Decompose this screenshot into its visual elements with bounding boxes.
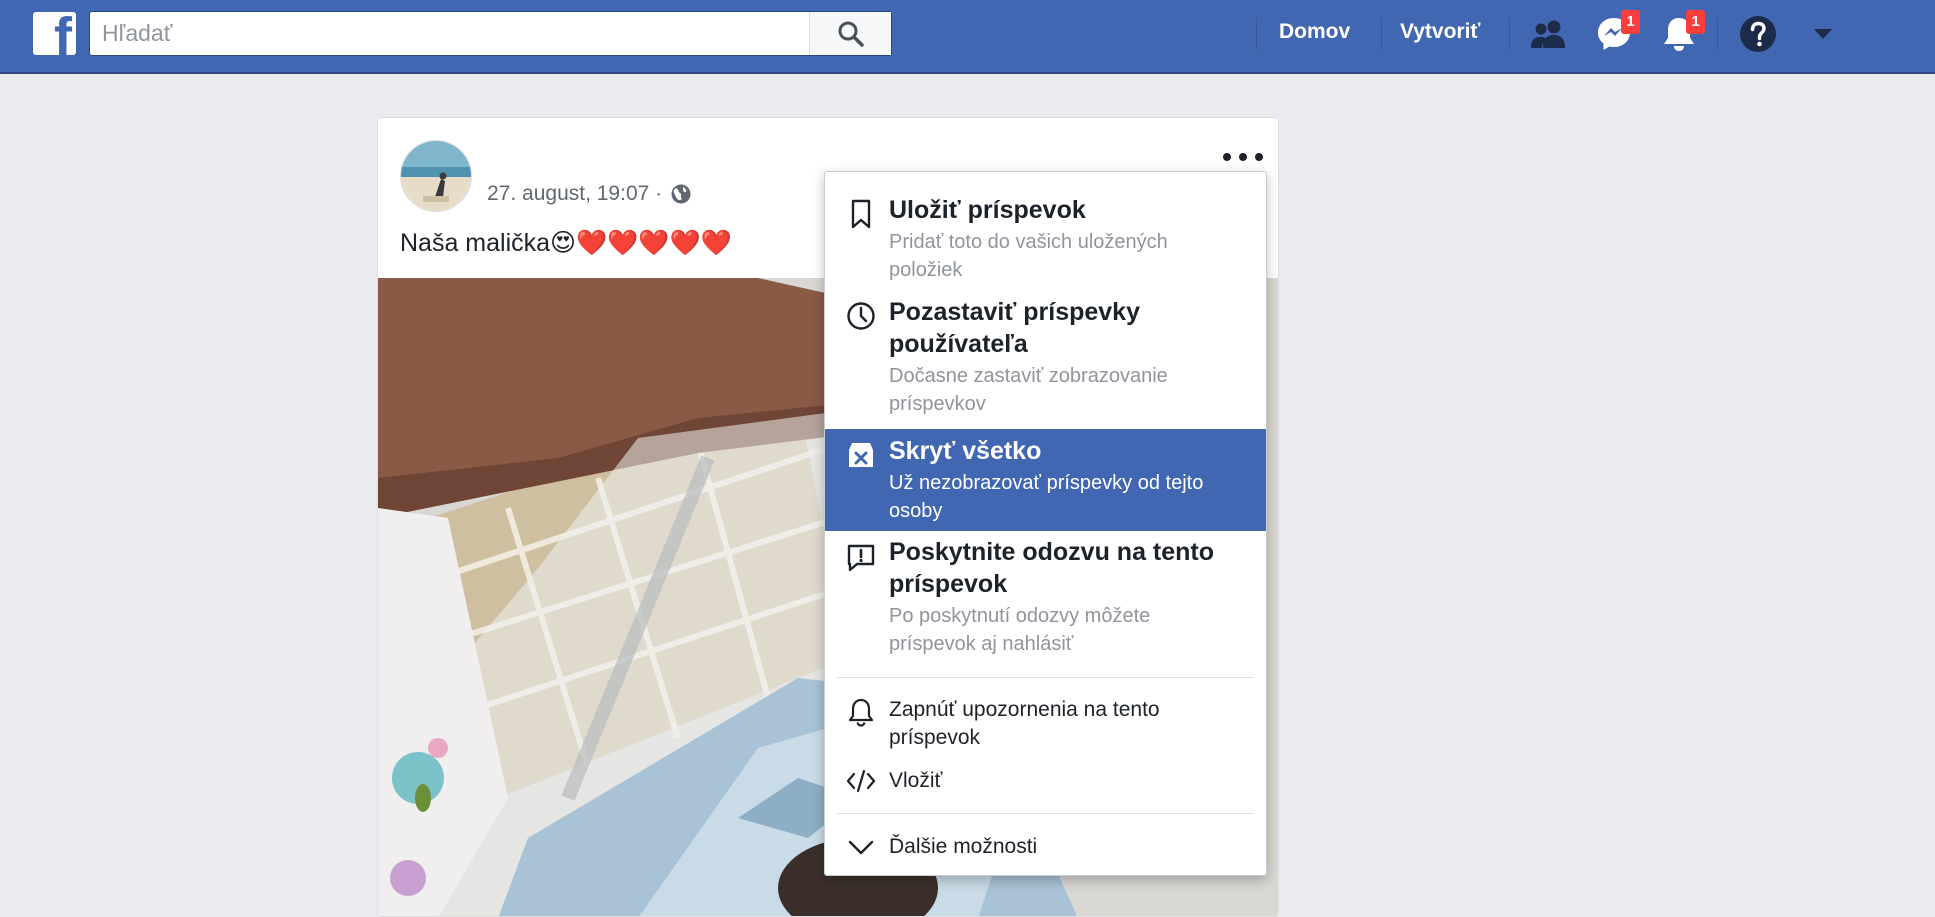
clock-icon xyxy=(845,300,877,332)
ellipsis-dot xyxy=(1239,153,1247,161)
create-link[interactable]: Vytvoriť xyxy=(1400,20,1480,44)
menu-item-subtitle: Pridať toto do vašich uložených položiek xyxy=(889,231,1168,281)
menu-item-label: Zapnúť upozornenia na tento príspevok xyxy=(889,698,1160,749)
post-timestamp[interactable]: 27. august, 19:07 · xyxy=(487,182,662,206)
facebook-logo-glyph: f xyxy=(54,12,72,55)
nav-divider xyxy=(1381,18,1382,50)
messenger-icon[interactable]: 1 xyxy=(1594,10,1640,54)
menu-item-title: Pozastaviť príspevky používateľa xyxy=(889,298,1140,358)
chevron-down-icon xyxy=(845,831,877,863)
friends-glyph xyxy=(1531,20,1565,48)
menu-divider xyxy=(837,677,1254,678)
menu-item-save-post[interactable]: Uložiť príspevok Pridať toto do vašich u… xyxy=(825,180,1266,284)
help-icon[interactable] xyxy=(1738,14,1778,54)
notifications-badge: 1 xyxy=(1686,10,1705,34)
home-link[interactable]: Domov xyxy=(1279,20,1350,44)
menu-item-hide-all[interactable]: Skryť všetko Už nezobrazovať príspevky o… xyxy=(825,429,1266,531)
avatar-image xyxy=(401,141,471,211)
menu-item-label: Vložiť xyxy=(889,769,943,792)
notifications-icon[interactable]: 1 xyxy=(1659,10,1705,54)
nav-divider xyxy=(1509,18,1510,50)
menu-item-title: Skryť všetko xyxy=(889,437,1042,465)
menu-item-subtitle: Už nezobrazovať príspevky od tejto osoby xyxy=(889,472,1204,522)
menu-item-subtitle: Po poskytnutí odozvy môžete príspevok aj… xyxy=(889,605,1151,655)
avatar[interactable] xyxy=(400,140,472,212)
account-menu-icon[interactable] xyxy=(1803,14,1843,54)
friends-icon[interactable] xyxy=(1528,14,1568,54)
ellipsis-icon xyxy=(1223,153,1231,161)
globe-icon[interactable] xyxy=(670,183,692,205)
menu-item-turn-on-notifications[interactable]: Zapnúť upozornenia na tento príspevok xyxy=(825,690,1266,752)
search-button[interactable] xyxy=(809,12,891,55)
question-glyph xyxy=(1740,16,1776,52)
top-bar: f Domov Vytvoriť 1 xyxy=(0,0,1935,74)
menu-item-more-options[interactable]: Ďalšie možnosti xyxy=(825,824,1266,870)
post-text: Naša malička😍❤️❤️❤️❤️❤️ xyxy=(400,229,732,257)
menu-item-snooze[interactable]: Pozastaviť príspevky používateľa Dočasne… xyxy=(825,284,1266,428)
hide-all-icon xyxy=(845,439,877,471)
post-meta: 27. august, 19:07 · xyxy=(487,182,692,206)
menu-item-title: Uložiť príspevok xyxy=(889,196,1086,224)
ellipsis-dot xyxy=(1255,153,1263,161)
nav-divider xyxy=(1717,18,1718,50)
menu-divider xyxy=(837,813,1254,814)
search-input[interactable] xyxy=(90,12,810,55)
messenger-badge: 1 xyxy=(1621,10,1640,34)
menu-item-subtitle: Dočasne zastaviť zobrazovanie príspevkov xyxy=(889,365,1168,415)
code-icon xyxy=(845,765,877,797)
nav-divider xyxy=(1256,18,1257,50)
search-icon xyxy=(838,21,864,47)
post-options-menu: Uložiť príspevok Pridať toto do vašich u… xyxy=(824,171,1267,876)
bell-outline-icon xyxy=(845,696,877,728)
menu-item-embed[interactable]: Vložiť xyxy=(825,760,1266,802)
menu-item-give-feedback[interactable]: Poskytnite odozvu na tento príspevok Po … xyxy=(825,532,1266,666)
bookmark-icon xyxy=(845,198,877,230)
feedback-icon xyxy=(845,542,877,574)
post-options-button[interactable] xyxy=(1223,144,1263,170)
menu-item-label: Ďalšie možnosti xyxy=(889,835,1038,858)
facebook-logo[interactable]: f xyxy=(33,12,76,55)
chevron-down-icon xyxy=(1814,29,1832,39)
menu-item-title: Poskytnite odozvu na tento príspevok xyxy=(889,538,1215,598)
search-box xyxy=(89,11,892,56)
